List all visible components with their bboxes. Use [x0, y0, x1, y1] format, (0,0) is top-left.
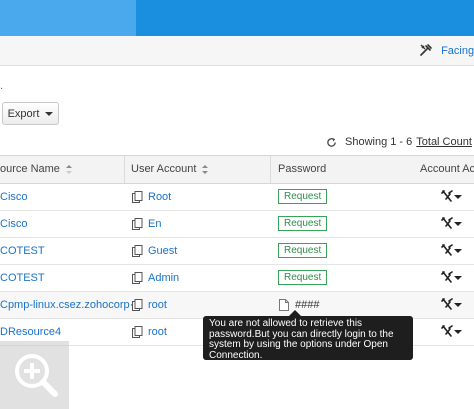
account-cell[interactable]: Root — [132, 184, 171, 210]
table-row: COTEST Guest Request — [0, 238, 474, 265]
pagination-info: Showing 1 - 6 Total Count < p — [326, 136, 474, 148]
account-cell[interactable]: En — [132, 211, 161, 237]
account-actions-menu[interactable] — [441, 298, 462, 311]
wrench-icon — [441, 325, 453, 337]
account-cell[interactable]: root — [132, 292, 167, 318]
account-actions-menu[interactable] — [441, 244, 462, 257]
password-tooltip: You are not allowed to retrieve this pas… — [203, 310, 413, 360]
copy-icon — [132, 245, 143, 257]
account-actions-menu[interactable] — [441, 190, 462, 203]
chevron-down-icon — [454, 194, 462, 199]
account-name: root — [148, 299, 167, 311]
column-header-resource-name[interactable]: ource Name — [0, 156, 72, 183]
wrench-icon — [441, 271, 453, 283]
request-password-button[interactable]: Request — [278, 243, 328, 258]
account-name: Admin — [148, 272, 180, 284]
wrench-icon — [441, 190, 453, 202]
resource-link[interactable]: COTEST — [0, 265, 45, 291]
account-cell[interactable]: Admin — [132, 265, 179, 291]
table-header: ource Name User Account Password Account… — [0, 155, 474, 184]
column-header-user-account[interactable]: User Account — [131, 156, 209, 183]
zoom-overlay[interactable] — [0, 341, 69, 409]
column-header-account-actions: Account Actio — [420, 163, 474, 175]
sub-header-bar: Facing p — [0, 36, 474, 66]
chevron-down-icon — [454, 248, 462, 253]
chevron-down-icon — [45, 111, 54, 116]
document-icon[interactable] — [279, 299, 289, 311]
breadcrumb[interactable]: . — [0, 80, 3, 92]
chevron-down-icon — [454, 302, 462, 307]
account-actions-menu[interactable] — [441, 217, 462, 230]
request-password-button[interactable]: Request — [278, 270, 328, 285]
account-name: Guest — [148, 245, 178, 257]
refresh-icon[interactable] — [326, 137, 337, 148]
resource-link[interactable]: Cisco — [0, 184, 28, 210]
account-actions-menu[interactable] — [441, 271, 462, 284]
zoom-in-icon — [15, 354, 58, 397]
resource-link[interactable]: Cisco — [0, 211, 28, 237]
chevron-down-icon — [454, 221, 462, 226]
resource-link[interactable]: COTEST — [0, 238, 45, 264]
account-name: Root — [148, 191, 172, 203]
table-row: Cpmp-linux.csez.zohocorp··· root #### — [0, 292, 474, 319]
copy-icon — [132, 299, 143, 311]
export-button[interactable]: Export — [2, 102, 59, 125]
request-password-button[interactable]: Request — [278, 216, 328, 231]
copy-icon — [132, 218, 143, 230]
copy-icon — [132, 191, 143, 203]
column-divider — [124, 156, 125, 183]
chevron-down-icon — [454, 329, 462, 334]
sort-icon — [65, 164, 72, 174]
showing-range: Showing 1 - 6 — [345, 136, 413, 148]
account-cell[interactable]: root — [132, 319, 167, 345]
table-row: Cisco En Request — [0, 211, 474, 238]
copy-icon — [132, 272, 143, 284]
account-name: root — [148, 326, 167, 338]
wrench-icon — [441, 298, 453, 310]
account-actions-menu[interactable] — [441, 325, 462, 338]
table-row: Cisco Root Request — [0, 184, 474, 211]
top-bar-active-section[interactable] — [0, 0, 136, 36]
wrench-icon — [441, 217, 453, 229]
request-password-button[interactable]: Request — [278, 189, 328, 204]
copy-icon — [132, 326, 143, 338]
account-cell[interactable]: Guest — [132, 238, 177, 264]
chevron-down-icon — [454, 275, 462, 280]
export-label: Export — [7, 107, 40, 120]
app-window: Facing p . Export Showing 1 - 6 Total Co… — [0, 0, 474, 409]
sort-icon — [202, 164, 209, 174]
wrench-icon — [441, 244, 453, 256]
resource-link[interactable]: Cpmp-linux.csez.zohocorp··· — [0, 292, 141, 318]
column-divider — [270, 156, 271, 183]
facing-link[interactable]: Facing p — [420, 44, 474, 57]
facing-label: Facing p — [441, 45, 474, 57]
tools-icon — [420, 44, 432, 56]
top-navigation-bar — [0, 0, 474, 36]
table-row: COTEST Admin Request — [0, 265, 474, 292]
total-count-link[interactable]: Total Count — [416, 136, 472, 148]
account-name: En — [148, 218, 162, 230]
column-header-password: Password — [278, 163, 327, 175]
